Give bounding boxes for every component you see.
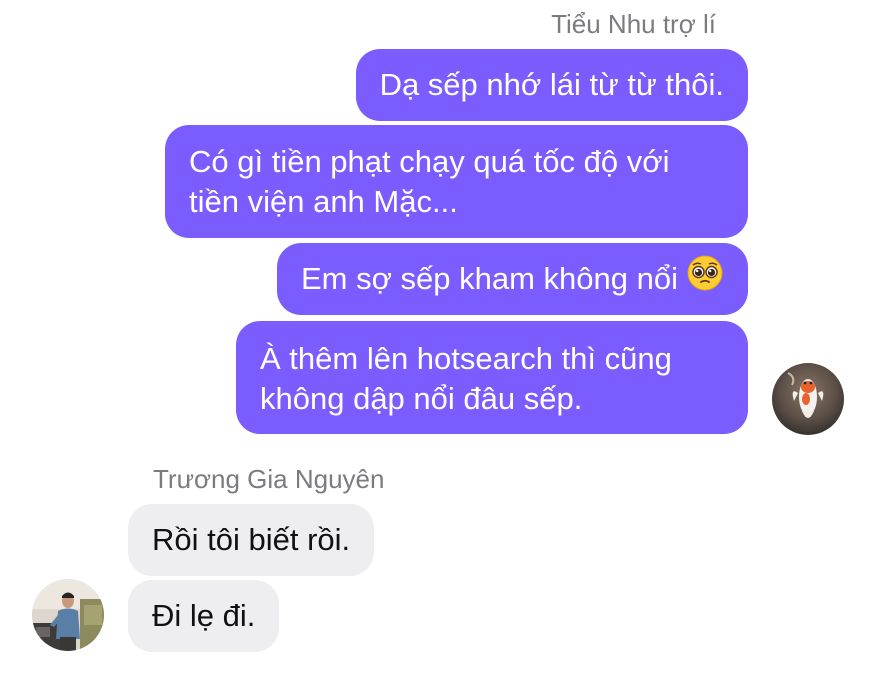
message-text-line-1: À thêm lên hotsearch thì cũng — [260, 341, 672, 376]
message-text: Rồi tôi biết rồi. — [152, 522, 351, 557]
outgoing-message-4[interactable]: À thêm lên hotsearch thì cũng không dập … — [236, 321, 748, 434]
incoming-message-2[interactable]: Đi lẹ đi. — [128, 580, 280, 652]
message-text-line-2: không dập nổi đâu sếp. — [260, 381, 583, 416]
incoming-sender-name: Trương Gia Nguyên — [153, 464, 385, 494]
message-text-with-emoji: Em sợ sếp kham không nổi — [300, 255, 724, 302]
message-text: Em sợ sếp kham không nổi — [300, 261, 678, 296]
message-text-line-1: Có gì tiền phạt chạy quá tốc độ với — [189, 144, 670, 179]
man-photo-avatar[interactable] — [32, 579, 104, 651]
koi-fish-avatar[interactable] — [772, 363, 844, 435]
outgoing-message-3[interactable]: Em sợ sếp kham không nổi — [276, 243, 748, 315]
message-text: Dạ sếp nhớ lái từ từ thôi. — [379, 67, 724, 102]
outgoing-message-1[interactable]: Dạ sếp nhớ lái từ từ thôi. — [355, 49, 748, 121]
pleading-face-icon — [686, 254, 724, 302]
message-text: Đi lẹ đi. — [152, 598, 256, 633]
outgoing-message-2[interactable]: Có gì tiền phạt chạy quá tốc độ với tiền… — [165, 125, 748, 238]
incoming-message-1[interactable]: Rồi tôi biết rồi. — [128, 504, 375, 576]
message-text-line-2: tiền viện anh Mặc... — [189, 184, 458, 219]
outgoing-sender-name: Tiểu Nhu trợ lí — [551, 9, 716, 39]
